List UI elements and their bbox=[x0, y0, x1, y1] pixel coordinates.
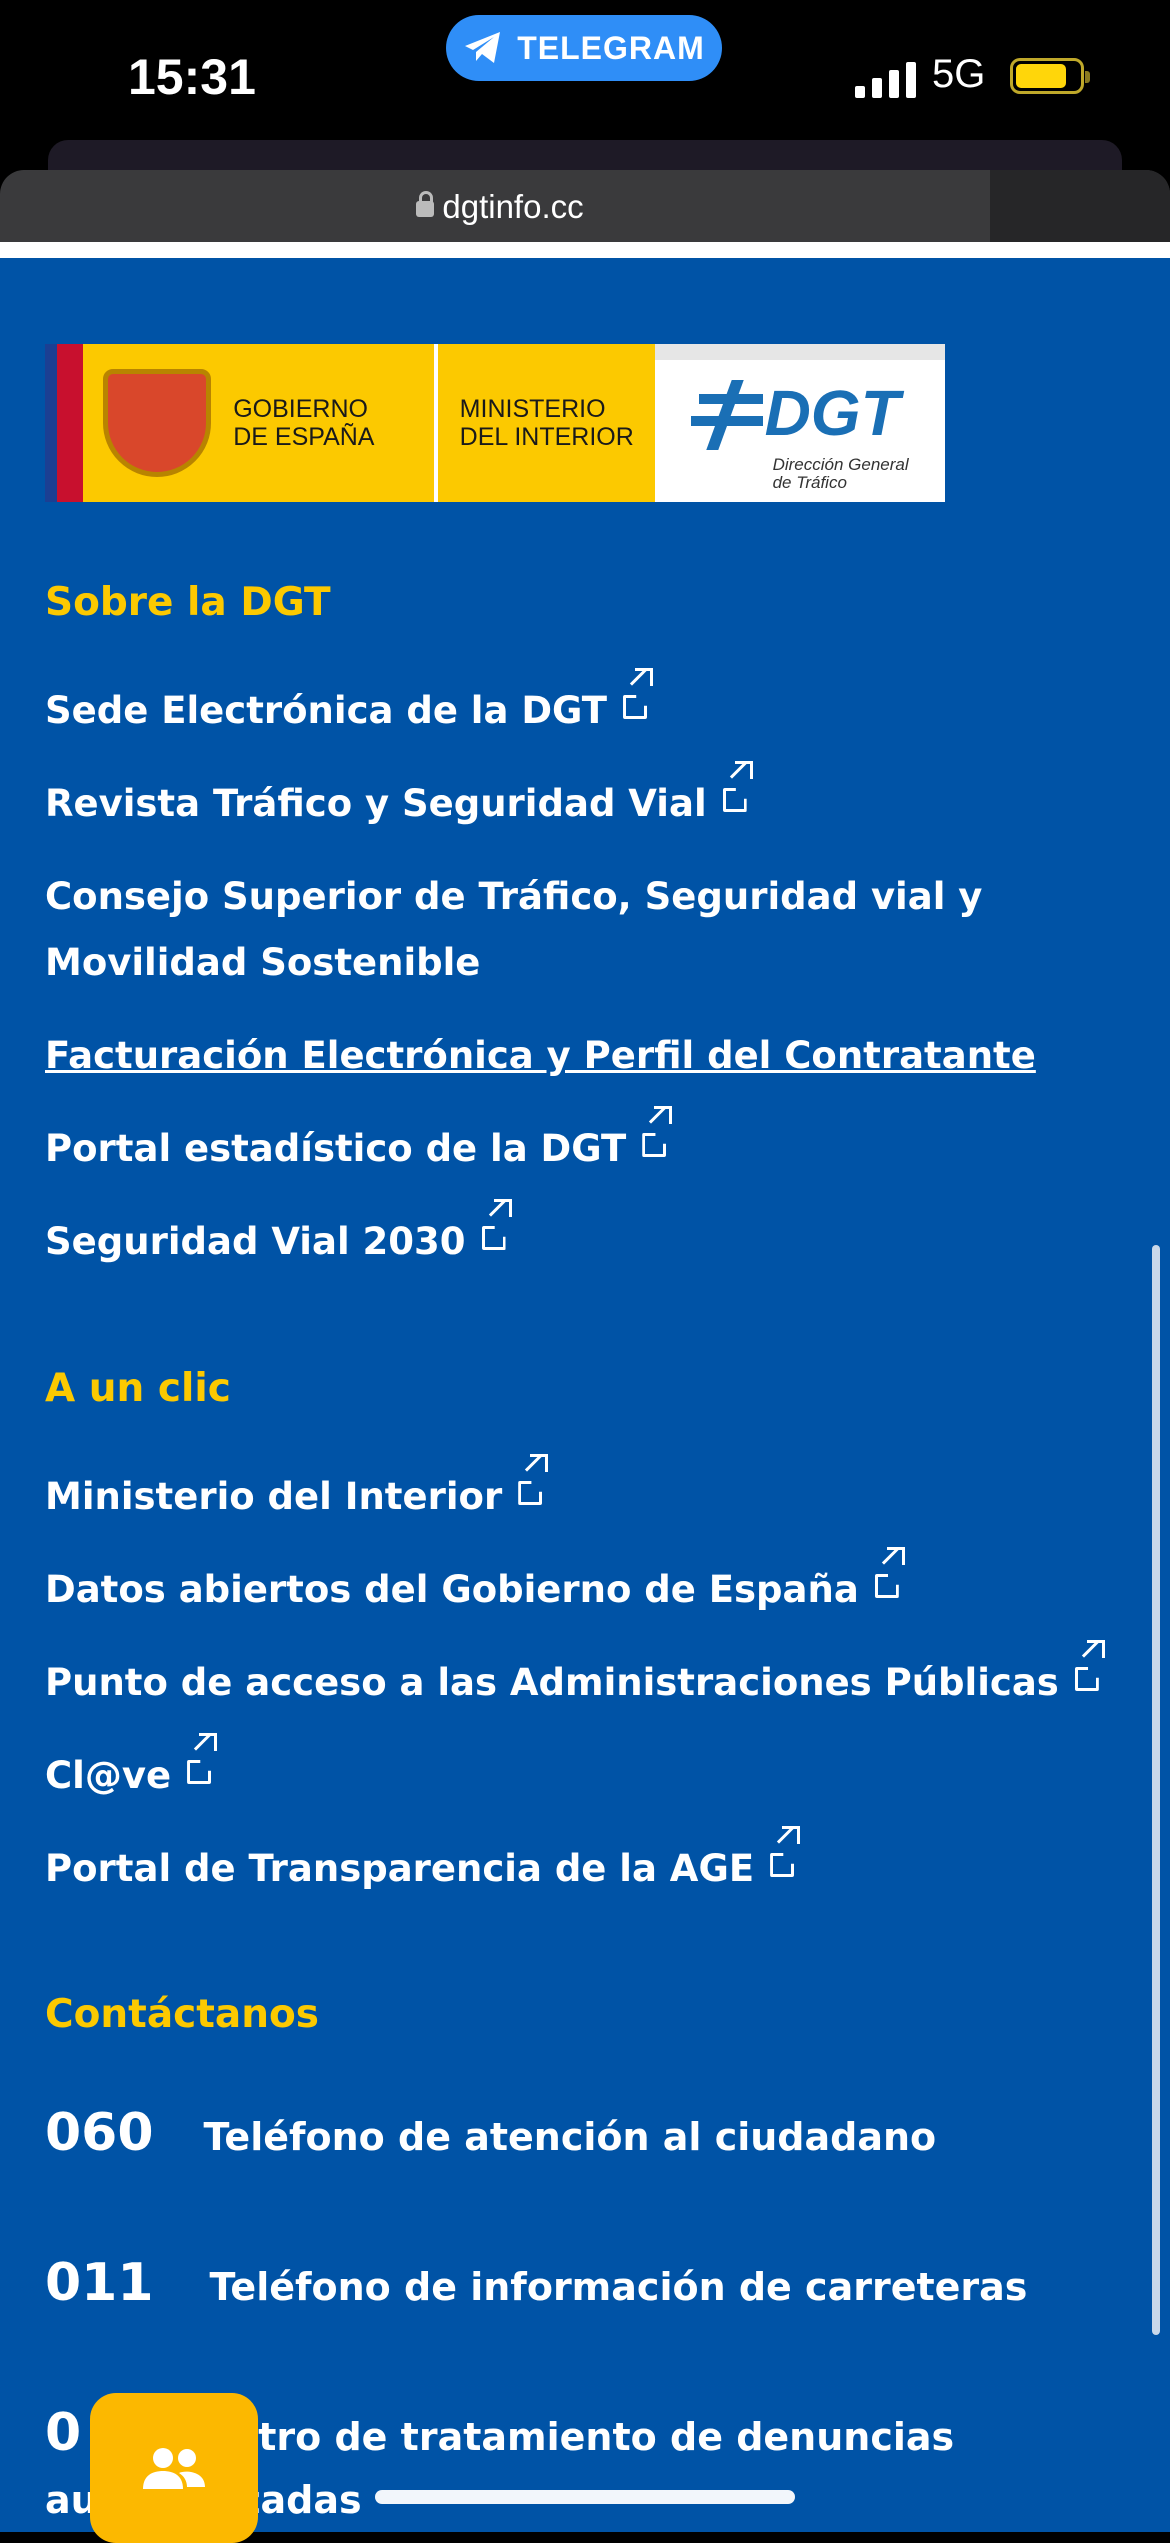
link-sede-electronica[interactable]: Sede Electrónica de la DGT bbox=[45, 668, 1125, 744]
section-title-a-un-clic: A un clic bbox=[45, 1366, 231, 1411]
contact-060[interactable]: 060 Teléfono de atención al ciudadano bbox=[45, 2103, 936, 2163]
external-link-icon bbox=[1059, 1640, 1105, 1716]
ministerio-line2: DEL INTERIOR bbox=[459, 423, 634, 451]
page-scrollbar[interactable] bbox=[1152, 1245, 1160, 2335]
link-label-line2: Movilidad Sostenible bbox=[45, 941, 481, 984]
section-title-contactanos: Contáctanos bbox=[45, 1992, 319, 2037]
url-text-wrap[interactable]: dgtinfo.cc bbox=[0, 188, 1000, 226]
external-link-icon bbox=[171, 1733, 218, 1809]
lock-icon bbox=[416, 191, 435, 217]
section-title-sobre: Sobre la DGT bbox=[45, 580, 331, 625]
gobierno-line1: GOBIERNO bbox=[233, 395, 368, 423]
external-link-icon bbox=[754, 1826, 801, 1902]
dgt-subtitle-line1: Dirección General bbox=[772, 455, 909, 474]
dgt-subtitle: Dirección General de Tráfico bbox=[773, 456, 909, 492]
link-punto-acceso[interactable]: Punto de acceso a las Administraciones P… bbox=[45, 1640, 1125, 1716]
url-text: dgtinfo.cc bbox=[442, 188, 584, 225]
link-clave[interactable]: Cl@ve bbox=[45, 1733, 1125, 1809]
external-link-icon bbox=[707, 761, 753, 837]
browser-side-tab[interactable] bbox=[990, 170, 1170, 242]
link-label: Sede Electrónica de la DGT bbox=[45, 689, 608, 732]
footer-page: GOBIERNO DE ESPAÑA MINISTERIO DEL INTERI… bbox=[0, 258, 1170, 2532]
link-label: Revista Tráfico y Seguridad Vial bbox=[45, 782, 707, 825]
gobierno-line2: DE ESPAÑA bbox=[233, 423, 375, 451]
telegram-icon bbox=[465, 32, 501, 63]
contact-number: 011 bbox=[45, 2253, 154, 2313]
contact-people-button[interactable] bbox=[90, 2393, 258, 2543]
external-link-icon bbox=[502, 1454, 549, 1530]
dgt-wordmark: DGT bbox=[764, 377, 900, 449]
dgt-mark-icon-vertical bbox=[705, 380, 744, 450]
external-link-icon bbox=[607, 668, 654, 744]
link-ministerio-interior[interactable]: Ministerio del Interior bbox=[45, 1454, 1125, 1530]
link-portal-transparencia[interactable]: Portal de Transparencia de la AGE bbox=[45, 1826, 1125, 1902]
ministerio-line1: MINISTERIO bbox=[459, 395, 606, 423]
browser-url-bar[interactable]: dgtinfo.cc bbox=[0, 170, 1170, 242]
flag-stripe bbox=[45, 344, 84, 502]
external-link-icon bbox=[466, 1199, 512, 1275]
signal-icon bbox=[855, 58, 916, 98]
contact-011[interactable]: 011 Teléfono de información de carretera… bbox=[45, 2253, 1027, 2313]
telegram-label: TELEGRAM bbox=[517, 29, 705, 66]
telegram-pill[interactable]: TELEGRAM bbox=[446, 15, 722, 81]
external-link-icon bbox=[626, 1106, 673, 1182]
dgt-subtitle-line2: de Tráfico bbox=[772, 473, 847, 492]
network-type: 5G bbox=[932, 52, 986, 96]
link-label: Seguridad Vial 2030 bbox=[45, 1220, 466, 1263]
people-icon bbox=[143, 2448, 205, 2489]
link-label: Datos abiertos del Gobierno de España bbox=[45, 1568, 859, 1611]
home-indicator[interactable] bbox=[375, 2490, 795, 2504]
link-label: Punto de acceso a las Administraciones P… bbox=[45, 1661, 1059, 1704]
ministerio-block: MINISTERIO DEL INTERIOR bbox=[437, 344, 655, 502]
contact-label: ntro de tratamiento de denuncias bbox=[231, 2415, 955, 2459]
contact-number: 0 bbox=[45, 2403, 82, 2463]
link-facturacion-electronica[interactable]: Facturación Electrónica y Perfil del Con… bbox=[45, 1023, 1125, 1089]
link-revista-trafico[interactable]: Revista Tráfico y Seguridad Vial bbox=[45, 761, 1125, 837]
contact-label: Teléfono de información de carreteras bbox=[209, 2265, 1028, 2309]
link-consejo-superior[interactable]: Consejo Superior de Tráfico, Seguridad v… bbox=[45, 864, 1125, 996]
status-time: 15:31 bbox=[128, 49, 256, 105]
external-link-icon bbox=[859, 1547, 905, 1623]
link-label: Portal estadístico de la DGT bbox=[45, 1127, 627, 1170]
link-datos-abiertos[interactable]: Datos abiertos del Gobierno de España bbox=[45, 1547, 1125, 1623]
gobierno-block: GOBIERNO DE ESPAÑA bbox=[83, 344, 434, 502]
contact-number: 060 bbox=[45, 2103, 154, 2163]
page-top-divider bbox=[0, 242, 1170, 258]
link-seguridad-vial-2030[interactable]: Seguridad Vial 2030 bbox=[45, 1199, 1125, 1275]
link-label: Cl@ve bbox=[45, 1754, 172, 1797]
link-label-line1: Consejo Superior de Tráfico, Seguridad v… bbox=[45, 875, 983, 918]
link-label: Ministerio del Interior bbox=[45, 1475, 503, 1518]
government-logo[interactable]: GOBIERNO DE ESPAÑA MINISTERIO DEL INTERI… bbox=[45, 344, 946, 502]
battery-icon bbox=[1010, 58, 1090, 94]
contact-label: Teléfono de atención al ciudadano bbox=[203, 2115, 937, 2159]
dgt-block: DGT Dirección General de Tráfico bbox=[654, 344, 946, 502]
link-portal-estadistico[interactable]: Portal estadístico de la DGT bbox=[45, 1106, 1125, 1182]
link-label: Portal de Transparencia de la AGE bbox=[45, 1847, 755, 1890]
coat-of-arms-icon bbox=[103, 369, 212, 477]
